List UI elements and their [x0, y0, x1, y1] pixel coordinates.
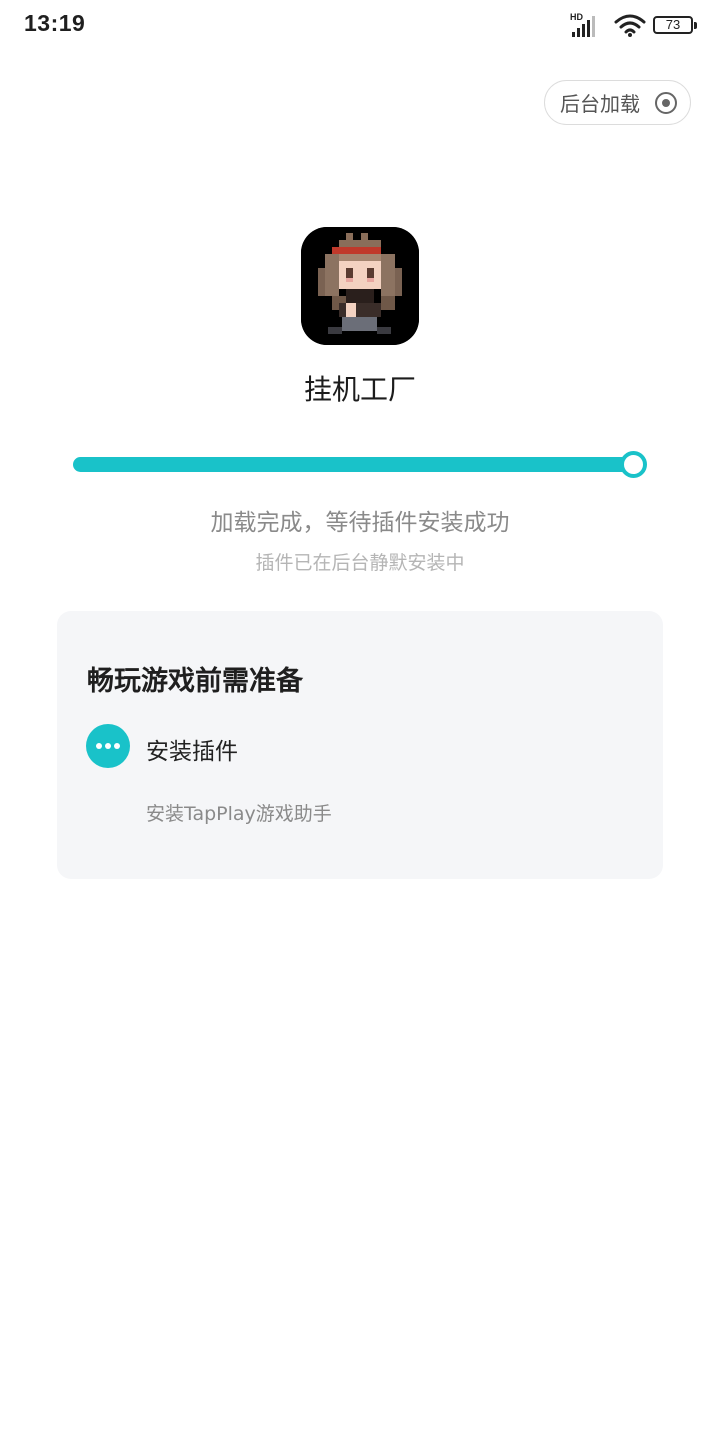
- network-label: HD: [570, 12, 583, 22]
- progress-knob: [619, 451, 647, 478]
- progress-track: [73, 457, 633, 472]
- background-load-button[interactable]: 后台加载: [544, 80, 691, 125]
- more-dots-icon: [86, 724, 130, 768]
- app-name: 挂机工厂: [303, 373, 416, 406]
- pixel-character-icon: [301, 227, 419, 345]
- battery-level: 73: [665, 17, 681, 32]
- status-bar: 13:19 HD 73: [0, 0, 720, 50]
- status-time: 13:19: [24, 10, 86, 36]
- preparation-card: 畅玩游戏前需准备 安装插件 安装TapPlay游戏助手: [57, 611, 663, 879]
- step-install-plugin-desc: 安装TapPlay游戏助手: [146, 803, 332, 825]
- signal-icon: HD: [570, 12, 595, 37]
- app-icon: [301, 227, 419, 345]
- target-icon: [655, 92, 677, 114]
- background-load-label: 后台加载: [560, 92, 640, 116]
- battery-icon: 73: [653, 16, 697, 34]
- preparation-title: 畅玩游戏前需准备: [87, 666, 303, 697]
- install-status-subtext: 插件已在后台静默安装中: [255, 552, 465, 574]
- step-install-plugin-title: 安装插件: [146, 739, 238, 765]
- load-status-text: 加载完成，等待插件安装成功: [210, 510, 510, 536]
- wifi-icon: [614, 14, 646, 37]
- install-page: 13:19 HD 73 后台加载 挂机工厂 加载完成，等待插件安装成功 插件已在…: [0, 0, 720, 1440]
- progress-fill: [73, 457, 633, 472]
